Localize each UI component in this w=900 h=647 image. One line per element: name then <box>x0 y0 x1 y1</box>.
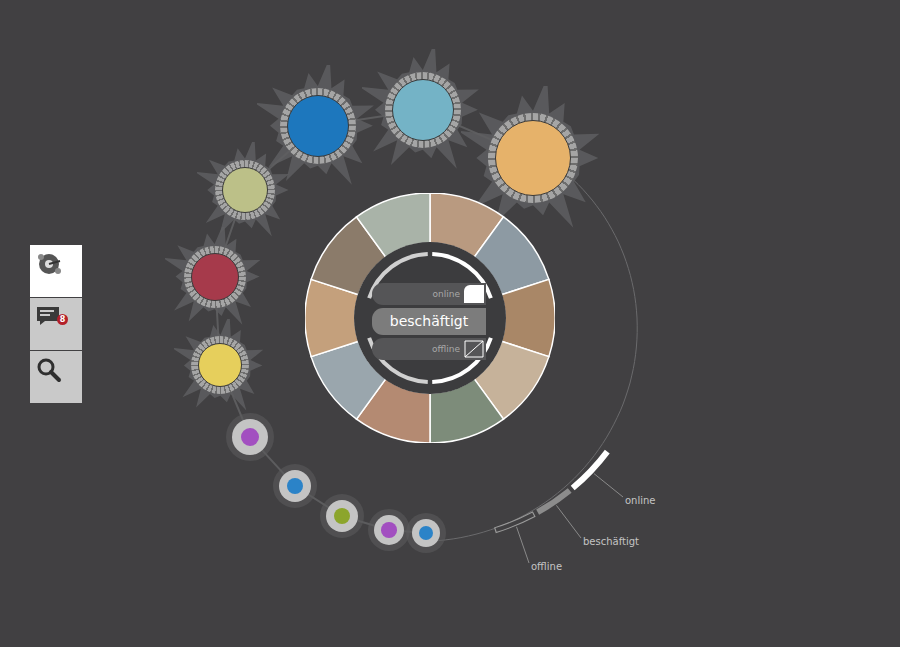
contact-dot <box>392 79 454 141</box>
contact-dot <box>381 522 397 538</box>
contact-dot <box>495 120 571 196</box>
contact-node[interactable] <box>374 515 404 545</box>
unread-badge: 8 <box>57 314 68 325</box>
legend-label: offline <box>531 561 562 572</box>
legend-segment <box>538 491 581 538</box>
legend-segment <box>573 452 623 497</box>
legend-label: online <box>625 495 656 506</box>
contact-dot <box>419 526 434 541</box>
contact-node[interactable] <box>184 246 246 308</box>
toolbar-button[interactable]: 8 <box>30 298 82 350</box>
contact-node[interactable] <box>326 500 358 532</box>
contact-dot <box>287 95 349 157</box>
contact-wheel-icon <box>36 251 62 277</box>
contact-dot <box>222 167 268 213</box>
status-option[interactable]: online <box>372 283 486 305</box>
contact-node[interactable] <box>488 113 578 203</box>
magnifier-icon <box>36 357 62 383</box>
contact-node[interactable] <box>232 419 268 455</box>
status-menu: online beschäftigt offline <box>372 283 486 360</box>
contact-dot <box>334 508 351 525</box>
online-marker-icon <box>464 285 484 303</box>
contact-node[interactable] <box>279 470 311 502</box>
contact-dot <box>198 343 242 387</box>
contact-dot <box>241 428 260 447</box>
contact-dot <box>287 478 304 495</box>
contact-node[interactable] <box>385 72 461 148</box>
status-option[interactable]: offline <box>372 338 486 360</box>
legend-segment <box>495 514 534 563</box>
status-wheel: online beschäftigt offline <box>305 193 555 443</box>
toolbar-button[interactable] <box>30 245 82 297</box>
toolbar-button[interactable] <box>30 351 82 403</box>
contact-wheel-screen: 8 online beschäftigt offline online beschäfti… <box>0 0 900 647</box>
legend-label: beschäftigt <box>583 536 639 547</box>
status-option[interactable]: beschäftigt <box>372 308 486 335</box>
contact-node[interactable] <box>412 519 440 547</box>
contact-node[interactable] <box>215 160 275 220</box>
contact-dot <box>191 253 239 301</box>
contact-canvas: online beschäftigt offline online beschäftig… <box>82 0 900 647</box>
toolbar: 8 <box>30 245 82 403</box>
contact-node[interactable] <box>280 88 356 164</box>
offline-marker-icon <box>464 340 484 358</box>
contact-node[interactable] <box>191 336 249 394</box>
